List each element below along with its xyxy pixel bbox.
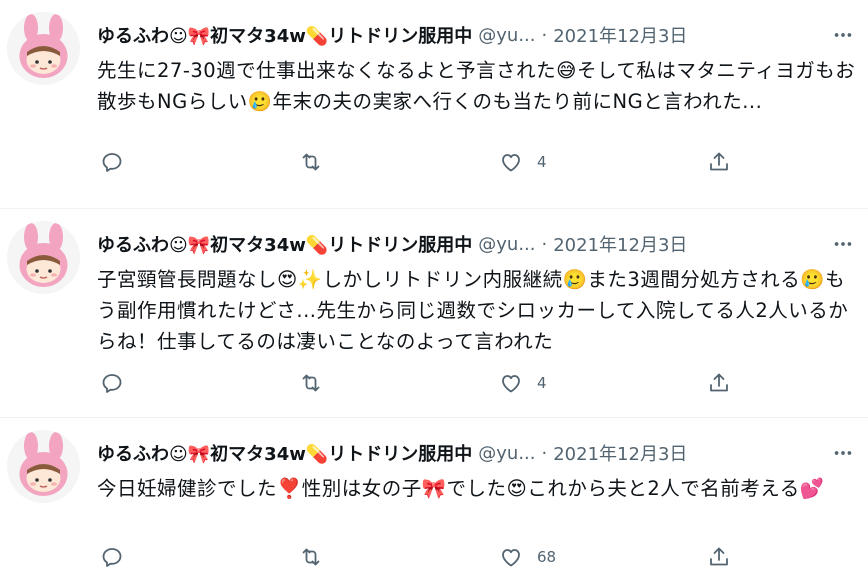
tweet-actions: 4 — [97, 368, 757, 398]
retweet-button[interactable] — [299, 147, 337, 177]
tweet-content: ゆるふわ☺🎀初マタ34w💊リトドリン服用中 @yu... · 2021年12月3… — [97, 225, 854, 357]
timeline: ゆるふわ☺🎀初マタ34w💊リトドリン服用中 @yu... · 2021年12月3… — [0, 0, 868, 588]
share-button[interactable] — [707, 147, 745, 177]
more-icon[interactable] — [832, 442, 854, 464]
display-name[interactable]: ゆるふわ☺🎀初マタ34w💊リトドリン服用中 — [97, 440, 472, 466]
user-handle[interactable]: @yu... — [478, 234, 535, 255]
tweet-content: ゆるふわ☺🎀初マタ34w💊リトドリン服用中 @yu... · 2021年12月3… — [97, 16, 856, 117]
share-button[interactable] — [707, 542, 745, 572]
reply-button[interactable] — [100, 368, 138, 398]
retweet-icon — [302, 374, 320, 392]
like-count: 4 — [537, 153, 547, 171]
avatar[interactable] — [7, 221, 80, 294]
reply-button[interactable] — [100, 147, 138, 177]
like-count: 4 — [537, 374, 547, 392]
bunny-avatar-icon — [7, 221, 80, 294]
share-icon — [710, 547, 728, 566]
heart-icon — [502, 549, 520, 567]
tweet-text: 先生に27-30週で仕事出来なくなるよと予言された😅そして私はマタニティヨガもお… — [97, 59, 856, 113]
tweet-header: ゆるふわ☺🎀初マタ34w💊リトドリン服用中 @yu... · 2021年12月3… — [97, 434, 854, 472]
reply-icon — [102, 374, 122, 393]
tweet-content: ゆるふわ☺🎀初マタ34w💊リトドリン服用中 @yu... · 2021年12月3… — [97, 434, 854, 504]
reply-button[interactable] — [100, 542, 138, 572]
reply-icon — [102, 548, 122, 567]
share-icon — [710, 373, 728, 392]
user-handle[interactable]: @yu... — [478, 25, 535, 46]
display-name[interactable]: ゆるふわ☺🎀初マタ34w💊リトドリン服用中 — [97, 22, 472, 48]
bunny-avatar-icon — [7, 12, 80, 85]
bunny-avatar-icon — [7, 430, 80, 503]
tweet-date[interactable]: 2021年12月3日 — [553, 231, 687, 257]
tweet-header: ゆるふわ☺🎀初マタ34w💊リトドリン服用中 @yu... · 2021年12月3… — [97, 16, 854, 54]
retweet-icon — [302, 153, 320, 171]
retweet-button[interactable] — [299, 542, 337, 572]
tweet-date[interactable]: 2021年12月3日 — [553, 22, 687, 48]
display-name[interactable]: ゆるふわ☺🎀初マタ34w💊リトドリン服用中 — [97, 231, 472, 257]
like-button[interactable]: 68 — [499, 542, 556, 572]
retweet-icon — [302, 548, 320, 566]
separator-dot: · — [541, 24, 548, 46]
tweet-text: 今日妊婦健診でした❣️性別は女の子🎀でした😍これから夫と2人で名前考える💕 — [97, 477, 825, 500]
tweet[interactable]: ゆるふわ☺🎀初マタ34w💊リトドリン服用中 @yu... · 2021年12月3… — [0, 209, 868, 418]
tweet[interactable]: ゆるふわ☺🎀初マタ34w💊リトドリン服用中 @yu... · 2021年12月3… — [0, 0, 868, 209]
avatar[interactable] — [7, 430, 80, 503]
tweet[interactable]: ゆるふわ☺🎀初マタ34w💊リトドリン服用中 @yu... · 2021年12月3… — [0, 418, 868, 588]
heart-icon — [502, 154, 520, 172]
user-handle[interactable]: @yu... — [478, 443, 535, 464]
retweet-button[interactable] — [299, 368, 337, 398]
share-button[interactable] — [707, 368, 745, 398]
like-button[interactable]: 4 — [499, 147, 547, 177]
separator-dot: · — [541, 233, 548, 255]
share-icon — [710, 152, 728, 171]
separator-dot: · — [541, 442, 548, 464]
like-count: 68 — [537, 548, 557, 566]
tweet-text: 子宮頸管長問題なし😍✨しかしリトドリン内服継続🥲また3週間分処方される🥲もう副作… — [97, 268, 849, 353]
reply-icon — [102, 153, 122, 172]
avatar[interactable] — [7, 12, 80, 85]
more-icon[interactable] — [832, 24, 854, 46]
tweet-header: ゆるふわ☺🎀初マタ34w💊リトドリン服用中 @yu... · 2021年12月3… — [97, 225, 854, 263]
tweet-actions: 4 — [97, 147, 757, 177]
more-icon[interactable] — [832, 233, 854, 255]
like-button[interactable]: 4 — [499, 368, 547, 398]
tweet-date[interactable]: 2021年12月3日 — [553, 440, 687, 466]
tweet-actions: 68 — [97, 542, 757, 572]
heart-icon — [502, 375, 520, 393]
